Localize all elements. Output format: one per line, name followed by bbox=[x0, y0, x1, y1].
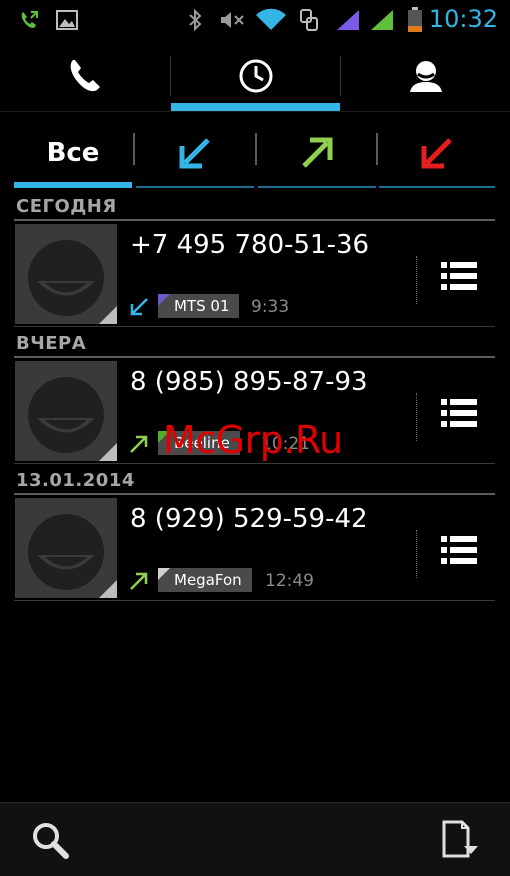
tab-contacts[interactable] bbox=[341, 40, 510, 112]
call-details-button[interactable] bbox=[429, 528, 489, 572]
filter-all-label: Все bbox=[46, 138, 100, 168]
sim-label: MTS 01 bbox=[174, 297, 230, 315]
avatar[interactable] bbox=[15, 224, 117, 324]
section-title: ВЧЕРА bbox=[16, 333, 87, 354]
outgoing-call-icon bbox=[130, 572, 148, 590]
call-time: 12:49 bbox=[265, 571, 314, 591]
mute-icon bbox=[218, 6, 246, 34]
incoming-call-icon bbox=[130, 298, 148, 316]
filter-tabs: Все bbox=[14, 125, 495, 189]
tab-phone[interactable] bbox=[0, 40, 170, 112]
call-details-button[interactable] bbox=[429, 391, 489, 435]
phone-icon bbox=[70, 60, 100, 92]
avatar[interactable] bbox=[15, 498, 117, 598]
call-log-row[interactable]: 8 (929) 529-59-42 MegaFon 12:49 bbox=[14, 498, 495, 601]
section-header: 13.01.2014 bbox=[14, 468, 495, 495]
phone-number: +7 495 780-51-36 bbox=[130, 230, 370, 260]
signal-sim1-icon bbox=[334, 6, 362, 34]
outgoing-icon bbox=[302, 137, 333, 168]
status-bar: 10:32 bbox=[0, 0, 510, 40]
sim-badge: MTS 01 bbox=[158, 294, 240, 318]
contacts-icon bbox=[409, 61, 442, 92]
missed-icon bbox=[421, 138, 452, 169]
bottom-action-bar bbox=[0, 802, 510, 876]
avatar[interactable] bbox=[15, 361, 117, 461]
section-header: ВЧЕРА bbox=[14, 331, 495, 358]
phone-number: 8 (929) 529-59-42 bbox=[130, 504, 368, 534]
list-icon bbox=[441, 399, 477, 427]
top-tab-bar bbox=[0, 40, 510, 112]
save-log-button[interactable] bbox=[430, 813, 490, 867]
list-icon bbox=[441, 262, 477, 290]
section-header: СЕГОДНЯ bbox=[14, 194, 495, 221]
outgoing-call-icon bbox=[130, 435, 148, 453]
filter-all[interactable]: Все bbox=[14, 125, 132, 181]
filter-missed[interactable] bbox=[379, 125, 495, 181]
call-details-button[interactable] bbox=[429, 254, 489, 298]
search-icon bbox=[33, 823, 69, 859]
sim-badge: MegaFon bbox=[158, 568, 252, 592]
clock-time: 10:32 bbox=[428, 5, 498, 33]
wifi-icon bbox=[254, 6, 288, 34]
filter-incoming[interactable] bbox=[136, 125, 254, 181]
list-icon bbox=[441, 536, 477, 564]
bluetooth-icon bbox=[184, 6, 206, 34]
save-log-icon bbox=[442, 820, 478, 858]
call-log-row[interactable]: +7 495 780-51-36 MTS 01 9:33 bbox=[14, 224, 495, 327]
section-title: 13.01.2014 bbox=[16, 470, 135, 491]
gallery-icon bbox=[54, 6, 80, 34]
search-button[interactable] bbox=[20, 813, 80, 867]
sim-label: MegaFon bbox=[174, 571, 242, 589]
battery-icon bbox=[404, 6, 426, 34]
filter-outgoing[interactable] bbox=[258, 125, 376, 181]
call-forward-icon bbox=[16, 6, 42, 34]
phone-number: 8 (985) 895-87-93 bbox=[130, 367, 368, 397]
clock-icon bbox=[239, 59, 272, 93]
signal-sim2-icon bbox=[368, 6, 396, 34]
watermark: McGrp.Ru bbox=[163, 418, 343, 462]
tab-call-log[interactable] bbox=[171, 40, 340, 112]
selected-tab-indicator bbox=[171, 103, 340, 111]
call-time: 9:33 bbox=[251, 297, 290, 317]
incoming-icon bbox=[179, 138, 210, 169]
section-title: СЕГОДНЯ bbox=[16, 196, 117, 217]
data-transfer-icon bbox=[296, 6, 322, 34]
